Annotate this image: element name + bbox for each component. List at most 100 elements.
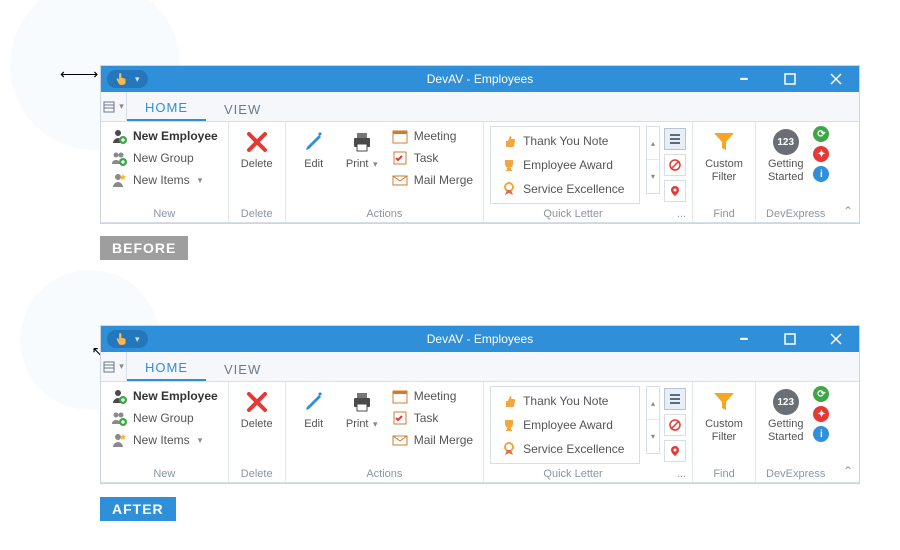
down-arrow-icon[interactable]: ▾ <box>647 420 659 453</box>
map-pin-button[interactable] <box>664 180 686 202</box>
info-dot-icon[interactable]: i <box>813 426 829 442</box>
meeting-button[interactable]: Meeting <box>388 126 477 146</box>
minimize-button[interactable]: ━ <box>721 66 767 92</box>
tab-home[interactable]: HOME <box>127 354 206 381</box>
file-button[interactable]: ▾ <box>101 352 127 381</box>
label: Started <box>768 431 803 443</box>
collapse-ribbon-button[interactable]: ⌃ <box>843 204 853 218</box>
label: Print <box>346 418 369 430</box>
qat-touch-button[interactable]: ▾ <box>107 70 148 88</box>
mail-merge-button[interactable]: Mail Merge <box>388 430 477 450</box>
chevron-down-icon: ▾ <box>119 101 124 112</box>
minimize-button[interactable]: ━ <box>721 326 767 352</box>
funnel-icon <box>710 128 738 156</box>
group-label: Delete <box>235 464 279 480</box>
edit-button[interactable]: Edit <box>292 386 336 433</box>
up-arrow-icon[interactable]: ▴ <box>647 127 659 160</box>
new-employee-button[interactable]: New Employee <box>107 386 222 406</box>
tab-view[interactable]: VIEW <box>206 96 279 121</box>
titlebar[interactable]: ▾ DevAV - Employees ━ <box>101 66 859 92</box>
titlebar[interactable]: ▾ DevAV - Employees ━ <box>101 326 859 352</box>
trophy-icon <box>501 417 517 433</box>
getting-started-button[interactable]: 123 GettingStarted <box>762 126 809 186</box>
task-button[interactable]: Task <box>388 148 477 168</box>
delete-icon <box>243 128 271 156</box>
filter-none-button[interactable] <box>664 154 686 176</box>
label: Mail Merge <box>414 173 473 187</box>
meeting-button[interactable]: Meeting <box>388 386 477 406</box>
red-dot-icon[interactable]: ✦ <box>813 146 829 162</box>
gallery-spinner[interactable]: ▴▾ <box>646 126 660 194</box>
label: New Employee <box>133 389 218 403</box>
qat-touch-button[interactable]: ▾ <box>107 330 148 348</box>
label: Edit <box>304 418 323 431</box>
gallery-item-service[interactable]: Service Excellence <box>497 179 633 199</box>
new-employee-button[interactable]: New Employee <box>107 126 222 146</box>
green-dot-icon[interactable]: ⟳ <box>813 126 829 142</box>
custom-filter-button[interactable]: CustomFilter <box>699 126 749 186</box>
tab-home[interactable]: HOME <box>127 94 206 121</box>
file-button[interactable]: ▾ <box>101 92 127 121</box>
chevron-down-icon: ▾ <box>119 361 124 372</box>
label: Meeting <box>414 129 457 143</box>
custom-filter-button[interactable]: CustomFilter <box>699 386 749 446</box>
before-label: BEFORE <box>100 236 188 260</box>
gallery-item-thank-you[interactable]: Thank You Note <box>497 131 633 151</box>
gallery-item-award[interactable]: Employee Award <box>497 415 633 435</box>
tab-view[interactable]: VIEW <box>206 356 279 381</box>
down-arrow-icon[interactable]: ▾ <box>647 160 659 193</box>
green-dot-icon[interactable]: ⟳ <box>813 386 829 402</box>
up-arrow-icon[interactable]: ▴ <box>647 387 659 420</box>
mail-merge-button[interactable]: Mail Merge <box>388 170 477 190</box>
new-group-button[interactable]: New Group <box>107 408 222 428</box>
close-button[interactable] <box>813 66 859 92</box>
list-view-button[interactable] <box>664 128 686 150</box>
print-icon <box>348 128 376 156</box>
ribbon-icon <box>501 181 517 197</box>
maximize-button[interactable] <box>767 326 813 352</box>
collapse-ribbon-button[interactable]: ⌃ <box>843 464 853 478</box>
gallery-spinner[interactable]: ▴▾ <box>646 386 660 454</box>
close-button[interactable] <box>813 326 859 352</box>
gallery-item-award[interactable]: Employee Award <box>497 155 633 175</box>
after-window: ▾ DevAV - Employees ━ ▾ HOME VIEW Ne <box>100 325 860 484</box>
overflow-label[interactable]: ... <box>656 208 686 220</box>
chevron-down-icon: ▾ <box>135 334 140 345</box>
edit-button[interactable]: Edit <box>292 126 336 173</box>
group-label: Find <box>699 464 749 480</box>
filter-none-button[interactable] <box>664 414 686 436</box>
print-button[interactable]: Print ▾ <box>340 386 384 433</box>
red-dot-icon[interactable]: ✦ <box>813 406 829 422</box>
resize-horizontal-icon: ⟵⟶ <box>60 66 96 83</box>
group-label: Quick Letter <box>490 468 656 480</box>
mail-icon <box>392 172 408 188</box>
label: Filter <box>712 171 736 183</box>
delete-button[interactable]: Delete <box>235 386 279 433</box>
map-pin-button[interactable] <box>664 440 686 462</box>
print-button[interactable]: Print ▾ <box>340 126 384 173</box>
label: Employee Award <box>523 418 613 432</box>
info-dot-icon[interactable]: i <box>813 166 829 182</box>
label: Delete <box>241 418 273 431</box>
group-label: Delete <box>235 204 279 220</box>
gallery-item-thank-you[interactable]: Thank You Note <box>497 391 633 411</box>
quick-letter-gallery[interactable]: Thank You Note Employee Award Service Ex… <box>490 126 640 204</box>
before-window: ▾ DevAV - Employees ━ ▾ HOME VIEW <box>100 65 860 224</box>
label: New Items <box>133 173 190 187</box>
gallery-item-service[interactable]: Service Excellence <box>497 439 633 459</box>
new-items-button[interactable]: New Items▾ <box>107 430 222 450</box>
overflow-label[interactable]: ... <box>656 468 686 480</box>
list-view-button[interactable] <box>664 388 686 410</box>
chevron-down-icon: ▾ <box>198 435 203 446</box>
getting-started-button[interactable]: 123GettingStarted <box>762 386 809 446</box>
new-items-button[interactable]: New Items ▾ <box>107 170 222 190</box>
maximize-button[interactable] <box>767 66 813 92</box>
delete-button[interactable]: Delete <box>235 126 279 173</box>
label: Custom <box>705 418 743 430</box>
label: Custom <box>705 158 743 170</box>
chevron-down-icon: ▾ <box>371 419 378 429</box>
quick-letter-gallery[interactable]: Thank You Note Employee Award Service Ex… <box>490 386 640 464</box>
new-group-button[interactable]: New Group <box>107 148 222 168</box>
task-button[interactable]: Task <box>388 408 477 428</box>
ribbon-icon <box>501 441 517 457</box>
